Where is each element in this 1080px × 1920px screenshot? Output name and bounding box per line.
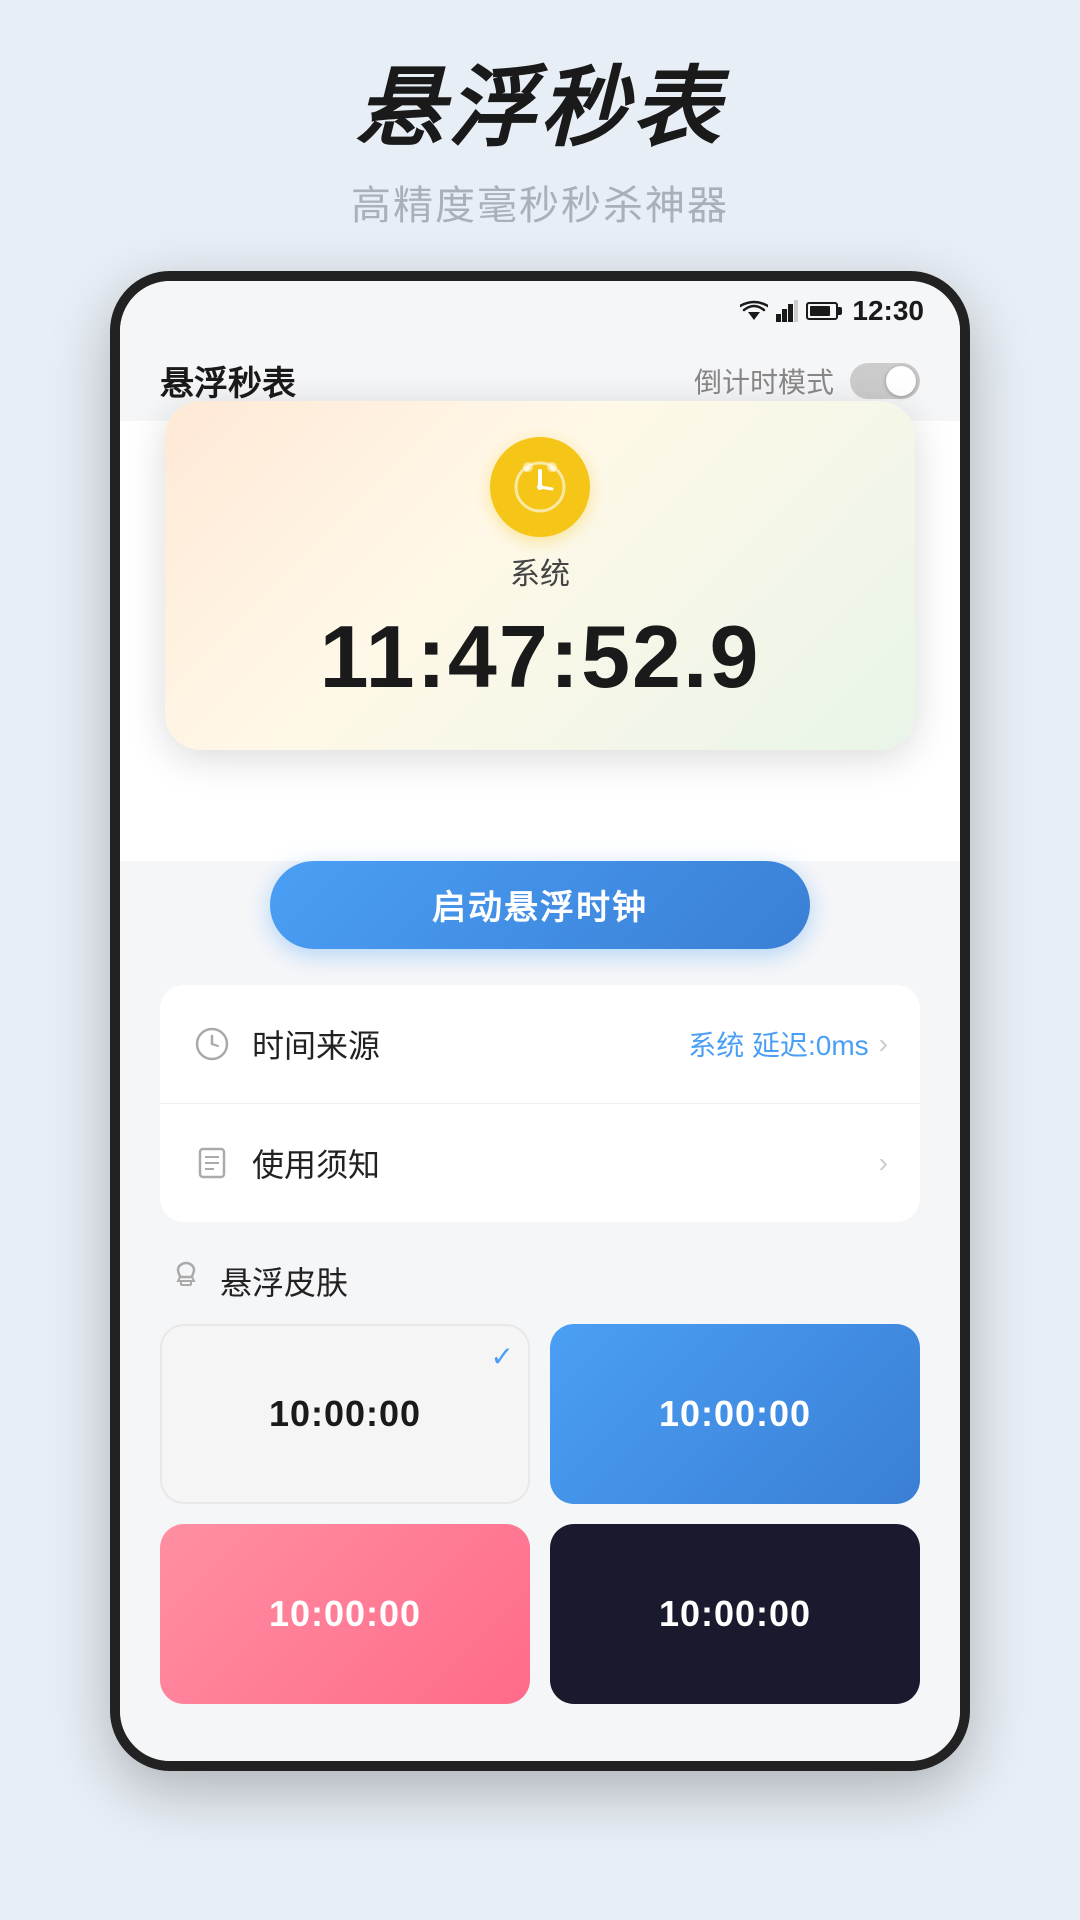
skin-item-light[interactable]: ✓ 10:00:00 bbox=[160, 1324, 530, 1504]
skin-time-light: 10:00:00 bbox=[269, 1393, 421, 1435]
header-right: 倒计时模式 bbox=[694, 361, 920, 401]
skin-section: 悬浮皮肤 ✓ 10:00:00 10:00:00 10:00:00 10 bbox=[160, 1258, 920, 1704]
status-bar: 12:30 bbox=[120, 281, 960, 341]
skin-label: 悬浮皮肤 bbox=[220, 1258, 348, 1304]
skin-header: 悬浮皮肤 bbox=[160, 1258, 920, 1324]
app-header-title: 悬浮秒表 bbox=[160, 356, 296, 405]
time-source-right: 系统 延迟:0ms › bbox=[688, 1024, 888, 1064]
battery-icon bbox=[806, 302, 838, 320]
time-source-label: 时间来源 bbox=[252, 1021, 688, 1067]
skin-time-pink: 10:00:00 bbox=[269, 1593, 421, 1635]
wifi-icon bbox=[740, 300, 768, 322]
menu-item-usage-notice[interactable]: 使用须知 › bbox=[160, 1104, 920, 1222]
widget-icon-wrap bbox=[490, 437, 590, 537]
skin-item-pink[interactable]: 10:00:00 bbox=[160, 1524, 530, 1704]
skin-grid: ✓ 10:00:00 10:00:00 10:00:00 10:00:00 bbox=[160, 1324, 920, 1704]
skin-item-blue[interactable]: 10:00:00 bbox=[550, 1324, 920, 1504]
time-source-value: 系统 延迟:0ms bbox=[688, 1024, 868, 1064]
usage-notice-chevron-icon: › bbox=[879, 1147, 888, 1179]
time-source-chevron-icon: › bbox=[879, 1028, 888, 1060]
start-button-label: 启动悬浮时钟 bbox=[432, 880, 648, 929]
usage-notice-icon bbox=[192, 1143, 232, 1183]
app-main-title: 悬浮秒表 bbox=[351, 60, 729, 157]
signal-icon bbox=[776, 300, 798, 322]
skin-time-blue: 10:00:00 bbox=[659, 1393, 811, 1435]
countdown-label: 倒计时模式 bbox=[694, 361, 834, 401]
widget-source: 系统 bbox=[510, 549, 570, 593]
skin-icon bbox=[168, 1259, 204, 1303]
time-source-icon bbox=[192, 1024, 232, 1064]
skin-check-icon: ✓ bbox=[491, 1340, 514, 1373]
menu-item-time-source[interactable]: 时间来源 系统 延迟:0ms › bbox=[160, 985, 920, 1104]
app-subtitle: 高精度毫秒秒杀神器 bbox=[351, 173, 729, 231]
usage-notice-label: 使用须知 bbox=[252, 1140, 879, 1186]
toggle-knob bbox=[886, 366, 916, 396]
widget-time-display: 11:47:52.9 bbox=[320, 609, 761, 706]
skin-time-dark: 10:00:00 bbox=[659, 1593, 811, 1635]
usage-notice-right: › bbox=[879, 1147, 888, 1179]
content-area: 启动悬浮时钟 时间来源 系统 延迟:0ms › bbox=[120, 861, 960, 1761]
status-icons: 12:30 bbox=[740, 295, 924, 327]
phone-frame: 12:30 悬浮秒表 倒计时模式 bbox=[110, 271, 970, 1771]
status-time: 12:30 bbox=[852, 295, 924, 327]
start-floating-button[interactable]: 启动悬浮时钟 bbox=[270, 861, 810, 949]
countdown-toggle[interactable] bbox=[850, 363, 920, 399]
menu-section: 时间来源 系统 延迟:0ms › 使用须知 bbox=[160, 985, 920, 1222]
app-title-area: 悬浮秒表 高精度毫秒秒杀神器 bbox=[351, 0, 729, 231]
skin-item-dark[interactable]: 10:00:00 bbox=[550, 1524, 920, 1704]
floating-widget: 系统 11:47:52.9 bbox=[165, 401, 915, 750]
clock-icon bbox=[508, 455, 572, 519]
